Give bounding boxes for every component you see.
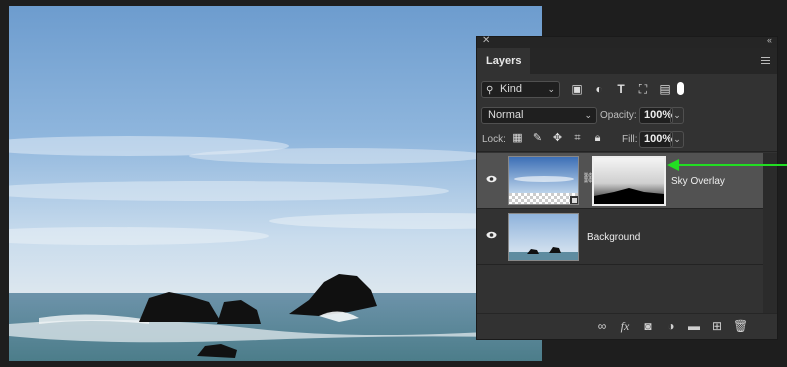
layer-mask-thumbnail[interactable] [592,156,666,206]
layer-thumbnail[interactable] [508,213,579,261]
lock-pixels-icon[interactable]: ▦ [511,132,524,145]
fill-dropdown[interactable]: ⌄ [670,131,684,148]
fill-label: Fill: [622,134,638,145]
divider [477,264,777,265]
new-group-icon[interactable]: ▬ [687,318,701,334]
opacity-label: Opacity: [600,110,637,121]
visibility-eye-icon[interactable] [486,231,497,239]
adjustment-layer-icon[interactable]: ◑ [664,318,678,334]
smartobject-filter-icon[interactable]: ▤ [657,81,673,97]
filter-icons: ▣ ◐ T ⛶ ▤ [569,81,673,98]
bottom-icons: ∞ fx ◙ ◑ ▬ ⊞ 🗑︎ [595,318,749,334]
tab-layers[interactable]: Layers [477,48,531,74]
chevron-down-icon: ⌄ [584,110,592,120]
layers-bottom-toolbar: ∞ fx ◙ ◑ ▬ ⊞ 🗑︎ [477,313,777,339]
search-icon: ⚲ [486,85,494,96]
visibility-eye-icon[interactable] [486,175,497,183]
panel-header-bar: ✕ ‹‹ [477,35,777,48]
layers-panel: ✕ ‹‹ Layers ⚲ Kind ⌄ ▣ ◐ T ⛶ ▤ Normal ⌄ … [476,35,778,340]
link-layers-icon[interactable]: ∞ [595,318,609,334]
fx-icon[interactable]: fx [618,318,632,334]
layer-name[interactable]: Background [587,232,640,243]
filter-toggle[interactable] [677,82,684,95]
collapse-icon[interactable]: ‹‹ [767,35,772,45]
panel-menu-icon[interactable] [761,57,770,66]
green-arrow-annotation [667,159,787,171]
lock-label: Lock: [482,134,506,145]
close-icon[interactable]: ✕ [482,35,490,46]
lock-image-icon[interactable]: ✎ [531,132,544,145]
panel-tab-row: Layers [477,48,777,74]
shape-filter-icon[interactable]: ⛶ [635,81,651,97]
scrollbar[interactable] [763,153,777,317]
lock-icons: ▦ ✎ ✥ ⌗ 🔒︎ [511,132,604,145]
layer-thumbnail[interactable] [508,156,579,205]
blend-mode-select[interactable]: Normal ⌄ [481,107,597,124]
layer-row-background[interactable]: Background [477,209,765,264]
lock-artboard-icon[interactable]: ⌗ [571,132,584,145]
kind-label: Kind [500,83,523,95]
type-filter-icon[interactable]: T [613,81,629,97]
opacity-dropdown[interactable]: ⌄ [670,107,684,124]
trash-icon[interactable]: 🗑︎ [733,318,748,334]
divider [477,151,777,152]
canvas-image[interactable] [9,6,542,361]
add-mask-icon[interactable]: ◙ [641,318,655,334]
new-layer-icon[interactable]: ⊞ [710,318,724,334]
image-filter-icon[interactable]: ▣ [569,81,585,97]
photoshop-workspace: ✕ ‹‹ Layers ⚲ Kind ⌄ ▣ ◐ T ⛶ ▤ Normal ⌄ … [0,0,787,367]
kind-filter-select[interactable]: ⚲ Kind ⌄ [481,81,560,98]
fill-input[interactable]: 100% [639,131,673,148]
layer-name[interactable]: Sky Overlay [671,176,725,187]
lock-all-icon[interactable]: 🔒︎ [591,132,604,145]
adjustment-filter-icon[interactable]: ◐ [591,81,607,97]
opacity-input[interactable]: 100% [639,107,673,124]
chevron-down-icon: ⌄ [547,84,555,94]
blend-mode-value: Normal [488,109,524,121]
lock-position-icon[interactable]: ✥ [551,132,564,145]
